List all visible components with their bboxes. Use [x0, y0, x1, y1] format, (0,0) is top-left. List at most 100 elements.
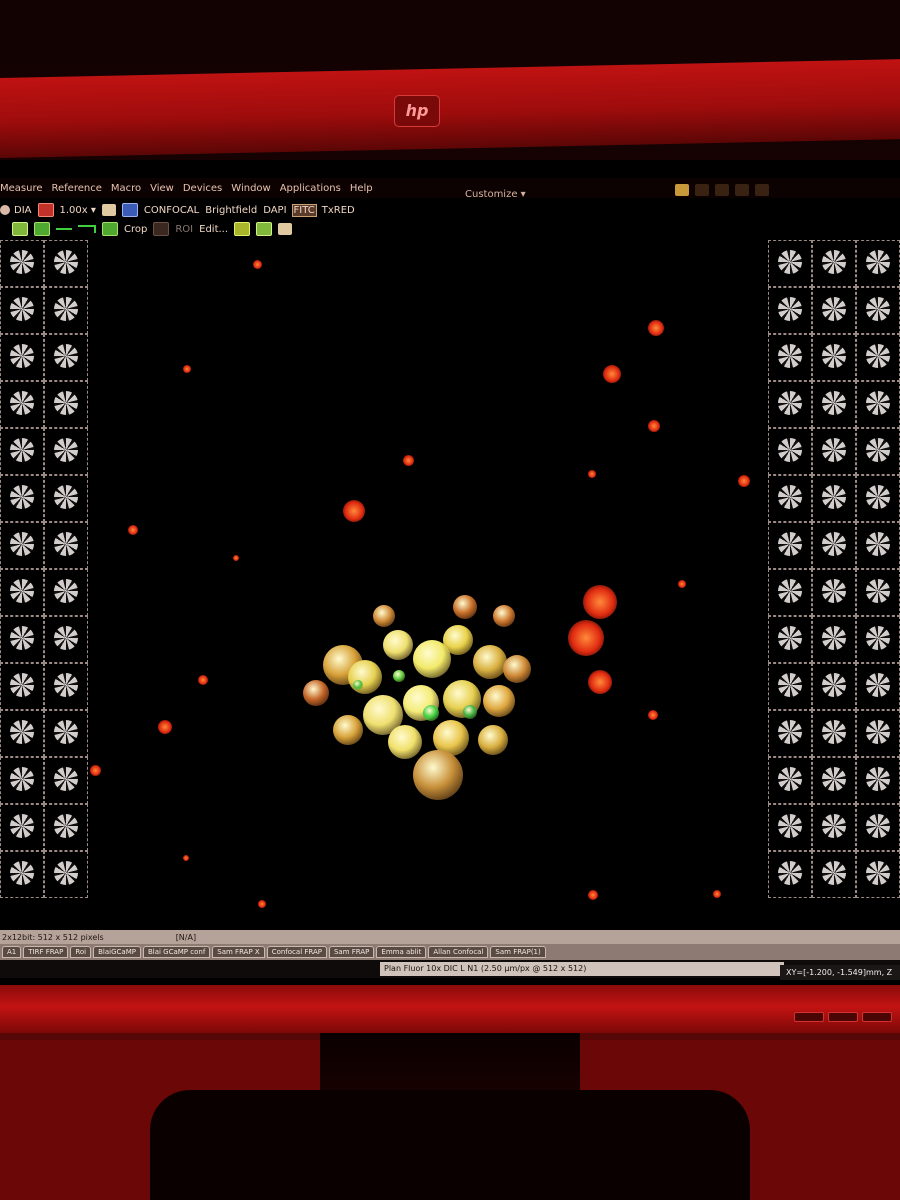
- thumbnail-cell[interactable]: [768, 757, 812, 804]
- window-icon[interactable]: [715, 184, 729, 196]
- thumbnail-cell[interactable]: [768, 804, 812, 851]
- tiles-icon[interactable]: [256, 222, 273, 236]
- optical-config-icon[interactable]: [121, 203, 138, 217]
- thumbnail-cell[interactable]: [768, 522, 812, 569]
- thumbnail-cell[interactable]: [768, 287, 812, 334]
- thumbnail-cell[interactable]: [856, 757, 900, 804]
- tab-confocal-frap[interactable]: Confocal FRAP: [266, 946, 327, 958]
- line-tool-icon[interactable]: [56, 228, 72, 230]
- dia-button[interactable]: DIA: [14, 205, 32, 216]
- tab-a1[interactable]: A1: [2, 946, 22, 958]
- thumbnail-cell[interactable]: [856, 569, 900, 616]
- thumbnail-cell[interactable]: [0, 287, 44, 334]
- thumbnail-cell[interactable]: [812, 240, 856, 287]
- tab-emma-ablit[interactable]: Emma ablit: [376, 946, 427, 958]
- thumbnail-cell[interactable]: [44, 475, 88, 522]
- thumbnail-cell[interactable]: [0, 522, 44, 569]
- tab-roi[interactable]: Roi: [70, 946, 92, 958]
- menu-devices[interactable]: Devices: [181, 183, 224, 194]
- thumbnail-cell[interactable]: [0, 851, 44, 898]
- tool-icon[interactable]: [101, 204, 116, 216]
- export-icon[interactable]: [278, 223, 293, 235]
- layout-icon[interactable]: [695, 184, 709, 196]
- thumbnail-cell[interactable]: [44, 522, 88, 569]
- channel-dapi[interactable]: DAPI: [263, 205, 286, 216]
- thumbnail-cell[interactable]: [0, 240, 44, 287]
- thumbnail-cell[interactable]: [0, 710, 44, 757]
- tab-allan-confocal[interactable]: Allan Confocal: [428, 946, 489, 958]
- thumbnail-cell[interactable]: [44, 616, 88, 663]
- thumbnail-cell[interactable]: [812, 381, 856, 428]
- thumbnail-cell[interactable]: [856, 428, 900, 475]
- grid-icon[interactable]: [12, 222, 28, 236]
- monitor-button[interactable]: [794, 1012, 824, 1022]
- thumbnail-cell[interactable]: [768, 851, 812, 898]
- thumbnail-cell[interactable]: [0, 804, 44, 851]
- zoom-dropdown[interactable]: 1.00x ▾: [60, 205, 96, 216]
- thumbnail-cell[interactable]: [44, 663, 88, 710]
- thumbnail-cell[interactable]: [812, 334, 856, 381]
- thumbnail-cell[interactable]: [812, 569, 856, 616]
- thumbnail-cell[interactable]: [856, 851, 900, 898]
- thumbnail-cell[interactable]: [44, 428, 88, 475]
- roi-icon[interactable]: [153, 222, 170, 236]
- menu-window[interactable]: Window: [229, 183, 272, 194]
- tab-blaigcamp[interactable]: BlaiGCaMP: [93, 946, 141, 958]
- tab-sam-frap-1[interactable]: Sam FRAP(1): [490, 946, 546, 958]
- thumbnail-cell[interactable]: [812, 428, 856, 475]
- thumbnail-cell[interactable]: [812, 757, 856, 804]
- thumbnail-cell[interactable]: [812, 616, 856, 663]
- monitor-button[interactable]: [862, 1012, 892, 1022]
- folder-icon[interactable]: [675, 184, 689, 196]
- thumbnail-cell[interactable]: [768, 710, 812, 757]
- channel-fitc[interactable]: FITC: [291, 203, 317, 217]
- thumbnail-cell[interactable]: [856, 240, 900, 287]
- menu-measure[interactable]: Measure: [0, 183, 45, 194]
- channel-txred[interactable]: TxRED: [322, 205, 355, 216]
- thumbnail-cell[interactable]: [0, 334, 44, 381]
- edit-button[interactable]: Edit...: [199, 224, 228, 235]
- crop-button[interactable]: Crop: [124, 224, 147, 235]
- thumbnail-cell[interactable]: [768, 663, 812, 710]
- menu-reference[interactable]: Reference: [50, 183, 104, 194]
- histogram-icon[interactable]: [37, 203, 54, 217]
- thumbnail-cell[interactable]: [856, 710, 900, 757]
- thumbnail-cell[interactable]: [44, 804, 88, 851]
- thumbnail-cell[interactable]: [812, 804, 856, 851]
- measure-tool-icon[interactable]: [78, 225, 96, 233]
- menu-macro[interactable]: Macro: [109, 183, 143, 194]
- thumbnail-cell[interactable]: [812, 663, 856, 710]
- thumbnail-cell[interactable]: [856, 616, 900, 663]
- thumbnail-cell[interactable]: [0, 381, 44, 428]
- help-icon[interactable]: [755, 184, 769, 196]
- menu-view[interactable]: View: [148, 183, 176, 194]
- thumbnail-cell[interactable]: [768, 569, 812, 616]
- thumbnail-cell[interactable]: [44, 240, 88, 287]
- tab-sam-frap[interactable]: Sam FRAP: [328, 946, 375, 958]
- menu-applications[interactable]: Applications: [278, 183, 343, 194]
- menu-help[interactable]: Help: [348, 183, 375, 194]
- thumbnail-cell[interactable]: [44, 851, 88, 898]
- thumbnail-cell[interactable]: [812, 287, 856, 334]
- thumbnail-cell[interactable]: [856, 522, 900, 569]
- crop-icon[interactable]: [102, 222, 118, 236]
- dia-lamp-icon[interactable]: [0, 205, 10, 215]
- tab-sam-frap-x[interactable]: Sam FRAP X: [212, 946, 265, 958]
- clear-icon[interactable]: [234, 222, 251, 236]
- thumbnail-cell[interactable]: [768, 381, 812, 428]
- thumbnail-cell[interactable]: [812, 851, 856, 898]
- thumbnail-cell[interactable]: [44, 287, 88, 334]
- overlay-icon[interactable]: [34, 222, 50, 236]
- settings-icon[interactable]: [735, 184, 749, 196]
- thumbnail-cell[interactable]: [768, 334, 812, 381]
- thumbnail-cell[interactable]: [768, 475, 812, 522]
- thumbnail-cell[interactable]: [0, 663, 44, 710]
- tab-tirf-frap[interactable]: TIRF FRAP: [23, 946, 69, 958]
- roi-button[interactable]: ROI: [175, 224, 193, 235]
- thumbnail-cell[interactable]: [44, 334, 88, 381]
- thumbnail-cell[interactable]: [44, 569, 88, 616]
- channel-brightfield[interactable]: Brightfield: [205, 205, 257, 216]
- thumbnail-cell[interactable]: [856, 475, 900, 522]
- customize-button[interactable]: Customize ▾: [465, 189, 526, 200]
- thumbnail-cell[interactable]: [44, 381, 88, 428]
